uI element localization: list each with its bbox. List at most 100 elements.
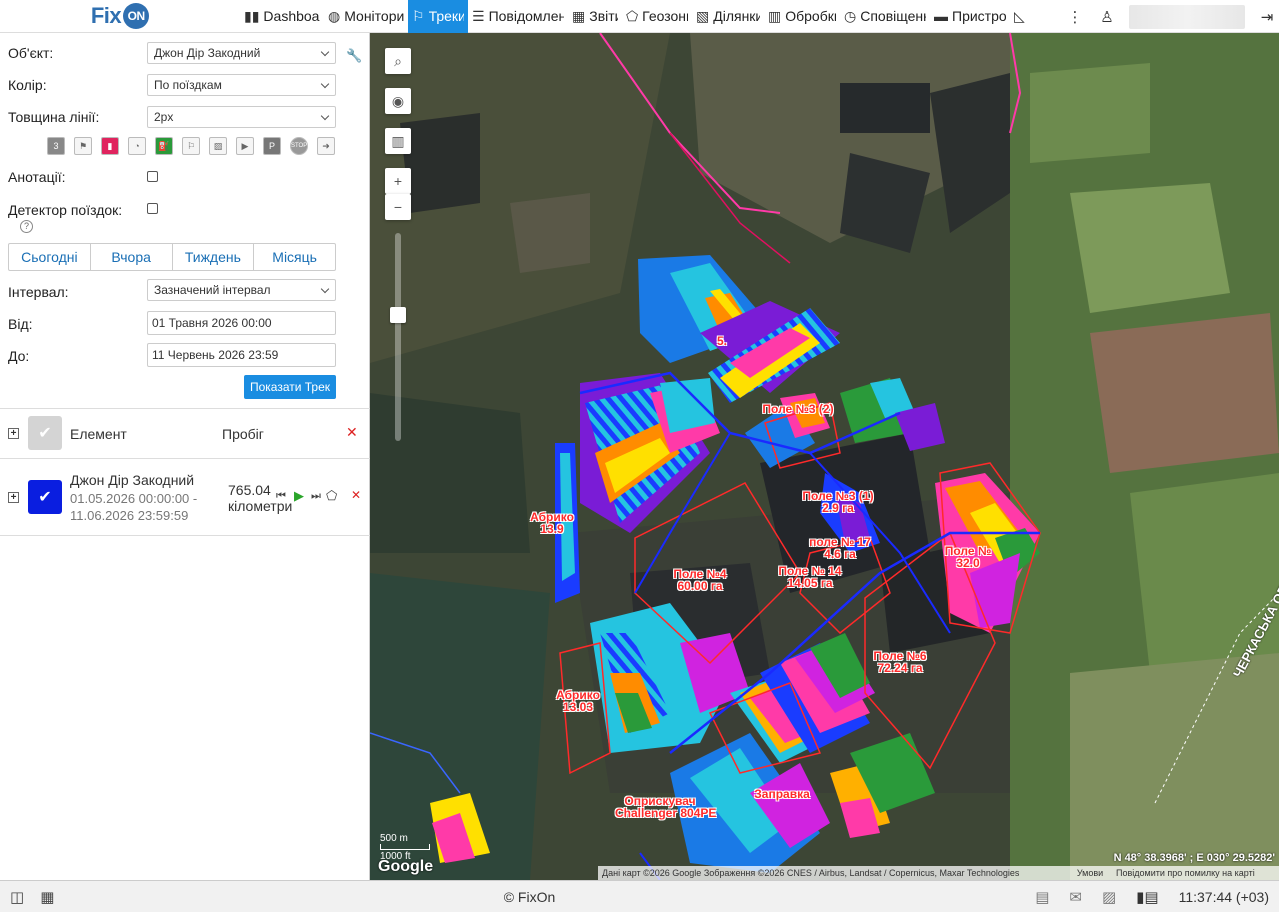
parking-icon[interactable]: P xyxy=(263,137,281,155)
tab-processing[interactable]: ▥Обробки xyxy=(764,0,840,33)
field-label: Поле №3 (1) 2.9 га xyxy=(793,490,883,514)
speed-icon[interactable]: ◔ xyxy=(128,137,146,155)
from-date-input[interactable]: 01 Травня 2026 00:00 xyxy=(147,311,336,335)
map-layers-icon[interactable]: ▥ xyxy=(385,128,411,154)
remove-track-icon[interactable]: ✕ xyxy=(351,488,361,502)
line-width-select[interactable]: 2px xyxy=(147,106,336,128)
interval-label: Інтервал: xyxy=(8,284,69,300)
annotations-checkbox[interactable] xyxy=(147,171,158,182)
tab-tracks-icon: ⚐ xyxy=(412,7,425,24)
tab-notifications-icon: ◷ xyxy=(844,7,857,24)
to-date-input[interactable]: 11 Червень 2026 23:59 xyxy=(147,343,336,367)
field-label: Абрико 13.9 xyxy=(507,511,597,535)
map-visibility-icon[interactable]: ◉ xyxy=(385,88,411,114)
tab-notifications-label: Сповіщення xyxy=(860,8,926,24)
track-mileage-value: 765.04 xyxy=(228,482,271,498)
fuel-station-icon[interactable]: ⛽ xyxy=(155,137,173,155)
play-icon[interactable]: ▶ xyxy=(294,488,304,504)
image-icon[interactable]: ▨ xyxy=(209,137,227,155)
logout-icon[interactable]: ⇥ xyxy=(1255,8,1279,26)
tab-messages[interactable]: ☰Повідомлення xyxy=(468,0,568,33)
field-label: Абрико 13.03 xyxy=(533,689,623,713)
field-name: Поле №3 (2) xyxy=(762,402,834,416)
zoom-slider-handle[interactable] xyxy=(390,307,406,323)
mail-icon[interactable]: ✉ xyxy=(1069,888,1082,906)
arrow-icon[interactable]: ➜ xyxy=(317,137,335,155)
map-search-icon[interactable]: ⌕ xyxy=(385,48,411,74)
status-icons: ▤ ✉ ▨ ▮▤ 11:37:44 (+03) xyxy=(1035,888,1269,906)
map-terms-link[interactable]: Умови xyxy=(1068,866,1112,880)
track-options-icons: 3 ⚑ ▮ ◔ ⛽ ⚐ ▨ ▶ P STOP ➜ xyxy=(47,137,344,155)
object-row: Об'єкт: xyxy=(8,45,53,61)
google-logo: Google xyxy=(378,858,434,875)
top-right-controls: ⋮ ♙ ⇥ xyxy=(1063,0,1279,33)
fast-forward-icon[interactable]: ⏭ xyxy=(311,490,321,503)
tab-devices[interactable]: ▬ Пристрої xyxy=(930,0,1010,33)
map-report-error-link[interactable]: Повідомити про помилку на карті xyxy=(1112,866,1279,880)
flags-icon[interactable]: ⚑ xyxy=(74,137,92,155)
field-area: Challenger 804PE xyxy=(615,806,717,820)
flag-icon[interactable]: ⚐ xyxy=(182,137,200,155)
tab-reports[interactable]: ▦Звіти xyxy=(568,0,622,33)
more-menu-icon[interactable]: ⋮ xyxy=(1063,8,1087,26)
track-range-end: 11.06.2026 23:59:59 xyxy=(70,508,189,523)
count-icon[interactable]: 3 xyxy=(47,137,65,155)
trip-detector-checkbox[interactable] xyxy=(147,203,158,214)
interval-select[interactable]: Зазначений інтервал xyxy=(147,279,336,301)
wrench-icon[interactable]: 🔧 xyxy=(346,48,362,64)
user-icon[interactable]: ♙ xyxy=(1095,8,1119,26)
tab-monitoring-label: Моніторинг xyxy=(344,8,404,24)
fuel-drop-icon[interactable]: ▮ xyxy=(101,137,119,155)
track-range-start: 01.05.2026 00:00:00 - xyxy=(70,491,198,506)
video-icon[interactable]: ▶ xyxy=(236,137,254,155)
tab-plots[interactable]: ▧ Ділянки xyxy=(692,0,764,33)
tab-tools-icon: ◺ xyxy=(1014,7,1025,24)
show-track-button[interactable]: Показати Трек xyxy=(244,375,336,399)
tab-notifications[interactable]: ◷Сповіщення xyxy=(840,0,930,33)
tab-plots-label: Ділянки xyxy=(713,8,760,24)
remove-all-icon[interactable]: ✕ xyxy=(346,424,358,441)
track-panel: Об'єкт: Джон Дір Закодний 🔧 Колір: По по… xyxy=(0,33,370,880)
geozone-icon[interactable]: ⬠ xyxy=(326,488,337,504)
period-today-button[interactable]: Сьогодні xyxy=(9,244,91,270)
tab-tools[interactable]: ◺ xyxy=(1010,0,1040,33)
tab-messages-icon: ☰ xyxy=(472,7,485,24)
object-select[interactable]: Джон Дір Закодний xyxy=(147,42,336,64)
tab-tracks[interactable]: ⚐ Треки xyxy=(408,0,468,33)
zoom-out-button[interactable]: − xyxy=(385,194,411,220)
select-all-checkbox[interactable]: ✔ xyxy=(28,416,62,450)
tab-monitoring[interactable]: ◍Моніторинг xyxy=(324,0,408,33)
divider xyxy=(0,458,370,459)
field-label: поле № 17 4.6 га xyxy=(795,536,885,560)
field-area: 13.03 xyxy=(562,700,594,714)
cursor-coordinates: N 48° 38.3968' ; E 030° 29.5282' xyxy=(1113,852,1275,864)
tab-geozones[interactable]: ⬠Геозони xyxy=(622,0,692,33)
expand-all-icon[interactable]: + xyxy=(8,428,19,439)
color-select[interactable]: По поїздкам xyxy=(147,74,336,96)
field-label: Поле №4 60.00 га xyxy=(655,568,745,592)
tab-dashboard[interactable]: ▮▮Dashboard xyxy=(240,0,324,33)
main-nav: ▮▮Dashboard◍Моніторинг⚐Треки☰Повідомленн… xyxy=(240,0,1040,33)
track-color-checkbox[interactable]: ✔ xyxy=(28,480,62,514)
image-icon[interactable]: ▨ xyxy=(1102,888,1116,906)
stop-icon[interactable]: STOP xyxy=(290,137,308,155)
fixon-logo[interactable]: Fix ON xyxy=(0,0,240,33)
username-blurred[interactable] xyxy=(1129,4,1245,29)
tab-plots-icon: ▧ xyxy=(696,7,710,24)
mileage-column-header: Пробіг xyxy=(222,426,264,442)
zoom-in-button[interactable]: + xyxy=(385,168,411,194)
layout-icon[interactable]: ▮▤ xyxy=(1136,888,1158,906)
element-column-header: Елемент xyxy=(70,426,127,442)
rewind-icon[interactable]: ⏮ xyxy=(276,490,286,503)
period-week-button[interactable]: Тиждень xyxy=(173,244,255,270)
period-yesterday-button[interactable]: Вчора xyxy=(91,244,173,270)
zoom-slider-track[interactable] xyxy=(395,233,401,441)
help-icon[interactable]: ? xyxy=(20,220,33,233)
map-view[interactable]: ⌕ ◉ ▥ + − Поле №4 60.00 га Поле № 14 14.05 … xyxy=(370,33,1279,880)
expand-item-icon[interactable]: + xyxy=(8,492,19,503)
object-label: Об'єкт: xyxy=(8,45,54,61)
server-icon[interactable]: ▤ xyxy=(1035,888,1049,906)
tab-monitoring-icon: ◍ xyxy=(328,7,341,24)
field-area: 4.6 га xyxy=(824,547,856,561)
period-month-button[interactable]: Місяць xyxy=(254,244,335,270)
